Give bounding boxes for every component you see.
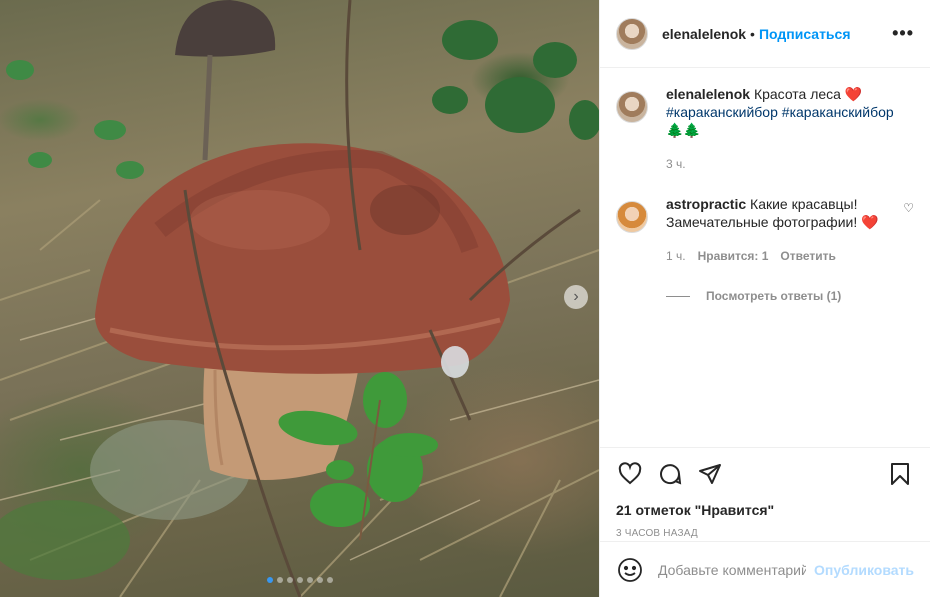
view-replies-label: Посмотреть ответы (1) — [706, 289, 842, 303]
slide-dot — [296, 577, 303, 583]
comment-input[interactable] — [658, 561, 807, 578]
likes-count[interactable]: 21 отметок "Нравится" — [616, 502, 914, 518]
post-timestamp[interactable]: 3 ЧАСОВ НАЗАД — [616, 528, 914, 539]
caption: elenalelenok Красота леса ❤️ #каракански… — [616, 85, 914, 173]
action-icons — [616, 458, 914, 490]
comment-username[interactable]: astropractic — [666, 196, 746, 212]
share-icon[interactable] — [696, 460, 724, 488]
slide-dot — [316, 577, 323, 583]
emoji-icon[interactable] — [616, 556, 644, 584]
caption-meta: 3 ч. — [666, 155, 894, 173]
follow-button[interactable]: Подписаться — [759, 26, 851, 42]
comment-meta: 1 ч. Нравится: 1 Ответить — [666, 247, 894, 265]
next-slide-button[interactable]: › — [564, 285, 588, 309]
separator-dot: • — [750, 25, 755, 42]
slide-dot — [286, 577, 293, 583]
slide-dot — [326, 577, 333, 583]
replies-divider — [666, 295, 690, 297]
comment-time[interactable]: 1 ч. — [666, 247, 686, 265]
heart-icon[interactable] — [616, 460, 644, 488]
caption-text: Красота леса — [753, 86, 841, 102]
more-icon[interactable]: ••• — [892, 23, 914, 44]
publish-button[interactable]: Опубликовать — [814, 562, 914, 578]
comment-likes-count[interactable]: Нравится: 1 — [698, 247, 769, 265]
hashtag-link[interactable]: #караканскийбор — [782, 104, 894, 120]
add-comment-bar: Опубликовать — [600, 541, 930, 597]
author-username[interactable]: elenalelenok — [662, 26, 746, 42]
slide-dot — [276, 577, 283, 583]
author-avatar[interactable] — [616, 17, 648, 50]
bookmark-icon[interactable] — [886, 460, 914, 488]
chevron-right-icon: › — [573, 288, 579, 305]
slide-dot — [306, 577, 313, 583]
caption-time[interactable]: 3 ч. — [666, 155, 686, 173]
mushroom-image — [0, 0, 599, 597]
post-actions: 21 отметок "Нравится" 3 ЧАСОВ НАЗАД — [600, 447, 930, 539]
comment-icon[interactable] — [656, 460, 684, 488]
caption-username[interactable]: elenalelenok — [666, 86, 750, 102]
tree-emoji: 🌲🌲 — [666, 122, 701, 138]
slide-dot — [266, 577, 273, 583]
comment-like-icon[interactable]: ♡ — [903, 201, 914, 215]
view-replies-button[interactable]: Посмотреть ответы (1) — [666, 289, 914, 303]
comments-list[interactable]: elenalelenok Красота леса ❤️ #каракански… — [600, 69, 930, 447]
commenter-avatar[interactable] — [616, 201, 648, 233]
heart-emoji-icon: ❤️ — [844, 86, 863, 102]
post-photo[interactable]: › — [0, 0, 599, 597]
slide-indicator — [0, 577, 599, 583]
caption-avatar[interactable] — [616, 91, 648, 123]
post-sidebar: elenalelenok • Подписаться ••• elenalele… — [599, 0, 930, 597]
reply-button[interactable]: Ответить — [780, 247, 835, 265]
hashtag-link[interactable]: #караканскийбор — [666, 104, 778, 120]
post-header: elenalelenok • Подписаться ••• — [600, 0, 930, 68]
heart-emoji-icon: ❤️ — [861, 214, 879, 230]
comment-item: astropractic Какие красавцы! Замечательн… — [616, 195, 914, 265]
